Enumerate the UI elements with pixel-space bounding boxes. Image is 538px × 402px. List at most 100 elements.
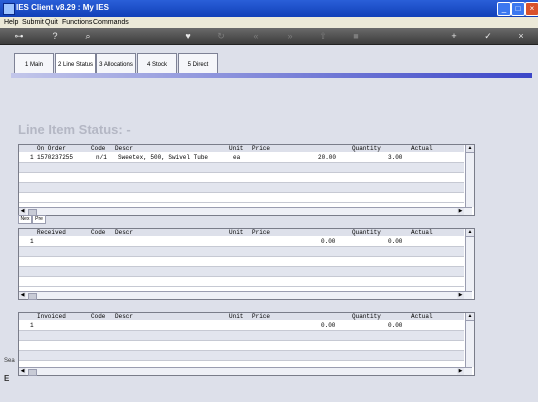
col-header-unit: Unit bbox=[229, 145, 244, 152]
item-price: 20.00 bbox=[318, 154, 337, 161]
vertical-scrollbar[interactable]: ▲ bbox=[465, 229, 474, 291]
table-row[interactable] bbox=[19, 183, 464, 193]
scroll-up-icon[interactable]: ▲ bbox=[466, 313, 474, 321]
table-row[interactable] bbox=[19, 351, 464, 361]
table-row[interactable] bbox=[19, 341, 464, 351]
item-quantity: 0.00 bbox=[388, 238, 403, 245]
col-header-code: Code bbox=[91, 313, 106, 320]
heart-icon[interactable]: ♥ bbox=[183, 31, 193, 41]
col-header-price: Price bbox=[252, 145, 271, 152]
previous-button[interactable]: Pre bbox=[32, 215, 46, 224]
scroll-thumb[interactable] bbox=[28, 369, 37, 376]
received-grid: Received Code Descr Unit Price Quantity … bbox=[18, 228, 475, 300]
col-header-unit: Unit bbox=[229, 229, 244, 236]
item-quantity: 3.00 bbox=[388, 154, 403, 161]
table-row[interactable]: 1 1570237255 n/1 Sweetex, 500, Swivel Tu… bbox=[19, 153, 464, 163]
scroll-up-icon[interactable]: ▲ bbox=[466, 229, 474, 237]
vertical-scrollbar[interactable]: ▲ bbox=[465, 313, 474, 367]
col-header-quantity: Quantity bbox=[352, 313, 381, 320]
col-header-actual: Actual bbox=[411, 313, 433, 320]
col-header-actual: Actual bbox=[411, 229, 433, 236]
key-icon[interactable]: ⊶ bbox=[10, 31, 28, 41]
col-header-descr: Descr bbox=[115, 145, 134, 152]
menu-bar: Help Submit Quit Functions Commands bbox=[0, 17, 538, 28]
app-icon bbox=[3, 3, 15, 15]
table-row[interactable] bbox=[19, 173, 464, 183]
scroll-right-icon[interactable]: ▶ bbox=[457, 368, 464, 375]
menu-functions[interactable]: Functions bbox=[62, 17, 92, 28]
scroll-right-icon[interactable]: ▶ bbox=[457, 292, 464, 299]
tab-banner bbox=[11, 73, 532, 78]
forward-icon[interactable]: » bbox=[285, 31, 295, 41]
scroll-left-icon[interactable]: ◀ bbox=[19, 368, 26, 375]
horizontal-scrollbar[interactable]: ◀ ▶ bbox=[19, 291, 472, 300]
table-row[interactable] bbox=[19, 163, 464, 173]
grid-header: Invoiced Code Descr Unit Price Quantity … bbox=[19, 313, 464, 320]
menu-help[interactable]: Help bbox=[4, 17, 18, 28]
table-row[interactable]: 1 0.00 0.00 bbox=[19, 321, 464, 331]
close-button[interactable]: × bbox=[525, 2, 538, 16]
window-title: IES Client v8.29 : My IES bbox=[16, 3, 109, 12]
rewind-icon[interactable]: « bbox=[251, 31, 261, 41]
scroll-right-icon[interactable]: ▶ bbox=[457, 208, 464, 215]
row-index: 1 bbox=[30, 154, 34, 161]
row-index: 1 bbox=[30, 322, 34, 329]
item-price: 0.00 bbox=[321, 322, 336, 329]
upload-icon[interactable]: ⇧ bbox=[318, 31, 328, 41]
grid-header: On Order Code Descr Unit Price Quantity … bbox=[19, 145, 464, 152]
invoiced-grid: Invoiced Code Descr Unit Price Quantity … bbox=[18, 312, 475, 376]
table-row[interactable] bbox=[19, 247, 464, 257]
table-row[interactable] bbox=[19, 277, 464, 287]
scroll-left-icon[interactable]: ◀ bbox=[19, 292, 26, 299]
table-row[interactable] bbox=[19, 257, 464, 267]
grid-header: Received Code Descr Unit Price Quantity … bbox=[19, 229, 464, 236]
col-header-actual: Actual bbox=[411, 145, 433, 152]
row-index: 1 bbox=[30, 238, 34, 245]
menu-commands[interactable]: Commands bbox=[93, 17, 129, 28]
side-strip-top: Sea bbox=[4, 358, 15, 364]
horizontal-scrollbar[interactable]: ◀ ▶ bbox=[19, 367, 472, 376]
help-icon[interactable]: ? bbox=[50, 31, 60, 41]
col-header-code: Code bbox=[91, 145, 106, 152]
col-header-quantity: Quantity bbox=[352, 229, 381, 236]
side-strip-bottom: E bbox=[4, 374, 10, 383]
side-strip: Sea E bbox=[4, 358, 15, 388]
col-header-descr: Descr bbox=[115, 313, 134, 320]
menu-quit[interactable]: Quit bbox=[45, 17, 58, 28]
stop-icon[interactable]: ■ bbox=[351, 31, 361, 41]
cancel-icon[interactable]: × bbox=[516, 31, 526, 41]
page-title: Line Item Status: - bbox=[18, 122, 131, 137]
horizontal-scrollbar[interactable]: ◀ ▶ bbox=[19, 207, 472, 216]
col-header-price: Price bbox=[252, 229, 271, 236]
scroll-left-icon[interactable]: ◀ bbox=[19, 208, 26, 215]
title-bar: IES Client v8.29 : My IES _ □ × bbox=[0, 0, 538, 17]
toolbar: ⊶ ? ⌕ ♥ ↻ « » ⇧ ■ + ✓ × bbox=[0, 28, 538, 45]
scroll-up-icon[interactable]: ▲ bbox=[466, 145, 474, 153]
table-row[interactable] bbox=[19, 267, 464, 277]
table-row[interactable] bbox=[19, 331, 464, 341]
item-price: 0.00 bbox=[321, 238, 336, 245]
order-number: 1570237255 bbox=[37, 154, 74, 161]
col-header-received: Received bbox=[37, 229, 66, 236]
search-icon[interactable]: ⌕ bbox=[83, 31, 93, 41]
col-header-invoiced: Invoiced bbox=[37, 313, 66, 320]
item-unit: ea bbox=[233, 154, 241, 161]
col-header-descr: Descr bbox=[115, 229, 134, 236]
refresh-icon[interactable]: ↻ bbox=[216, 31, 226, 41]
vertical-scrollbar[interactable]: ▲ bbox=[465, 145, 474, 207]
col-header-price: Price bbox=[252, 313, 271, 320]
table-row[interactable] bbox=[19, 193, 464, 203]
add-icon[interactable]: + bbox=[449, 31, 459, 41]
col-header-code: Code bbox=[91, 229, 106, 236]
col-header-on-order: On Order bbox=[37, 145, 66, 152]
menu-submit[interactable]: Submit bbox=[22, 17, 44, 28]
ok-icon[interactable]: ✓ bbox=[483, 31, 493, 41]
scroll-thumb[interactable] bbox=[28, 293, 37, 300]
table-row[interactable]: 1 0.00 0.00 bbox=[19, 237, 464, 247]
col-header-unit: Unit bbox=[229, 313, 244, 320]
minimize-button[interactable]: _ bbox=[497, 2, 511, 16]
item-descr: Sweetex, 500, Swivel Tube bbox=[118, 154, 209, 161]
item-code: n/1 bbox=[96, 154, 107, 161]
next-button[interactable]: Nex bbox=[18, 215, 32, 224]
maximize-button[interactable]: □ bbox=[511, 2, 525, 16]
